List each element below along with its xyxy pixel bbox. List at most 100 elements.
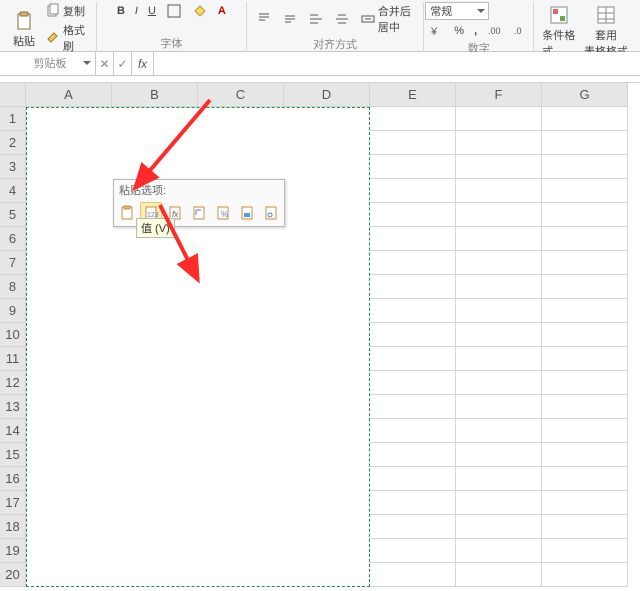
percent-button[interactable]: %: [451, 24, 467, 38]
cell-A1[interactable]: 帮帮1: [26, 107, 112, 131]
cell-C10[interactable]: 帮帮20: [198, 323, 284, 347]
cell-G6[interactable]: [542, 227, 628, 251]
cell-D12[interactable]: 0: [284, 371, 370, 395]
cell-A6[interactable]: 帮帮6: [26, 227, 112, 251]
cell-G2[interactable]: [542, 131, 628, 155]
italic-button[interactable]: I: [132, 4, 141, 18]
cell-D13[interactable]: 0: [284, 395, 370, 419]
cell-B1[interactable]: 帮帮6: [112, 107, 198, 131]
cell-E3[interactable]: [370, 155, 456, 179]
column-header-D[interactable]: D: [284, 83, 370, 107]
paste-formatting-button[interactable]: %: [212, 202, 234, 224]
cell-C7[interactable]: 帮帮17: [198, 251, 284, 275]
cell-F10[interactable]: [456, 323, 542, 347]
cell-C8[interactable]: 帮帮18: [198, 275, 284, 299]
cell-G16[interactable]: [542, 467, 628, 491]
cell-C15[interactable]: 0: [198, 443, 284, 467]
cell-E12[interactable]: [370, 371, 456, 395]
cell-F8[interactable]: [456, 275, 542, 299]
cell-C20[interactable]: 0: [198, 563, 284, 587]
paste-link-button[interactable]: [260, 202, 282, 224]
cell-F16[interactable]: [456, 467, 542, 491]
column-header-E[interactable]: E: [370, 83, 456, 107]
cell-F9[interactable]: [456, 299, 542, 323]
cell-G3[interactable]: [542, 155, 628, 179]
cell-C3[interactable]: 帮帮13: [198, 155, 284, 179]
cell-G8[interactable]: [542, 275, 628, 299]
cell-D4[interactable]: 帮帮19: [284, 179, 370, 203]
cell-C6[interactable]: 帮帮16: [198, 227, 284, 251]
cell-D14[interactable]: 0: [284, 419, 370, 443]
cell-D9[interactable]: 0: [284, 299, 370, 323]
cell-E5[interactable]: [370, 203, 456, 227]
paste-nosource-button[interactable]: [236, 202, 258, 224]
cell-G13[interactable]: [542, 395, 628, 419]
cell-D1[interactable]: 帮帮16: [284, 107, 370, 131]
cell-A15[interactable]: 帮帮15: [26, 443, 112, 467]
column-header-F[interactable]: F: [456, 83, 542, 107]
cell-B15[interactable]: 帮帮20: [112, 443, 198, 467]
cell-A13[interactable]: 帮帮13: [26, 395, 112, 419]
row-header-18[interactable]: 18: [0, 515, 26, 539]
name-box-input[interactable]: [4, 56, 91, 72]
cell-G4[interactable]: [542, 179, 628, 203]
cell-E2[interactable]: [370, 131, 456, 155]
cell-D18[interactable]: 0: [284, 515, 370, 539]
cell-E6[interactable]: [370, 227, 456, 251]
cell-A7[interactable]: 帮帮7: [26, 251, 112, 275]
cell-F7[interactable]: [456, 251, 542, 275]
cell-C17[interactable]: 0: [198, 491, 284, 515]
row-header-9[interactable]: 9: [0, 299, 26, 323]
cell-E4[interactable]: [370, 179, 456, 203]
cell-E10[interactable]: [370, 323, 456, 347]
cell-B3[interactable]: 帮帮8: [112, 155, 198, 179]
cell-C1[interactable]: 帮帮11: [198, 107, 284, 131]
paste-all-button[interactable]: [116, 202, 138, 224]
formula-input[interactable]: [154, 52, 640, 75]
cancel-button[interactable]: ✕: [96, 52, 114, 75]
cell-F3[interactable]: [456, 155, 542, 179]
cell-E16[interactable]: [370, 467, 456, 491]
row-header-3[interactable]: 3: [0, 155, 26, 179]
cell-A8[interactable]: 帮帮8: [26, 275, 112, 299]
cell-D2[interactable]: 帮帮17: [284, 131, 370, 155]
font-color-button[interactable]: A: [215, 4, 229, 18]
cell-C18[interactable]: 0: [198, 515, 284, 539]
row-header-19[interactable]: 19: [0, 539, 26, 563]
row-header-6[interactable]: 6: [0, 227, 26, 251]
cell-A9[interactable]: 帮帮9: [26, 299, 112, 323]
cell-F18[interactable]: [456, 515, 542, 539]
row-header-2[interactable]: 2: [0, 131, 26, 155]
cell-G11[interactable]: [542, 347, 628, 371]
cell-F6[interactable]: [456, 227, 542, 251]
cell-B9[interactable]: 帮帮14: [112, 299, 198, 323]
cell-G9[interactable]: [542, 299, 628, 323]
cell-G14[interactable]: [542, 419, 628, 443]
column-header-C[interactable]: C: [198, 83, 284, 107]
row-header-13[interactable]: 13: [0, 395, 26, 419]
paste-transpose-button[interactable]: [188, 202, 210, 224]
cell-E13[interactable]: [370, 395, 456, 419]
copy-button[interactable]: 复制: [42, 2, 90, 20]
fill-color-button[interactable]: [189, 2, 211, 20]
border-button[interactable]: [163, 2, 185, 20]
cell-E7[interactable]: [370, 251, 456, 275]
cell-A12[interactable]: 帮帮12: [26, 371, 112, 395]
cell-F15[interactable]: [456, 443, 542, 467]
cell-E1[interactable]: [370, 107, 456, 131]
row-header-16[interactable]: 16: [0, 467, 26, 491]
format-brush-button[interactable]: 格式刷: [42, 21, 90, 55]
cell-D10[interactable]: 0: [284, 323, 370, 347]
cell-A16[interactable]: 帮帮16: [26, 467, 112, 491]
cell-G17[interactable]: [542, 491, 628, 515]
row-header-17[interactable]: 17: [0, 491, 26, 515]
cell-C9[interactable]: 帮帮19: [198, 299, 284, 323]
cell-F20[interactable]: [456, 563, 542, 587]
cell-E18[interactable]: [370, 515, 456, 539]
cell-F4[interactable]: [456, 179, 542, 203]
cell-C14[interactable]: 0: [198, 419, 284, 443]
cell-C13[interactable]: 0: [198, 395, 284, 419]
cell-G5[interactable]: [542, 203, 628, 227]
cell-B7[interactable]: 帮帮12: [112, 251, 198, 275]
cell-B12[interactable]: 帮帮17: [112, 371, 198, 395]
